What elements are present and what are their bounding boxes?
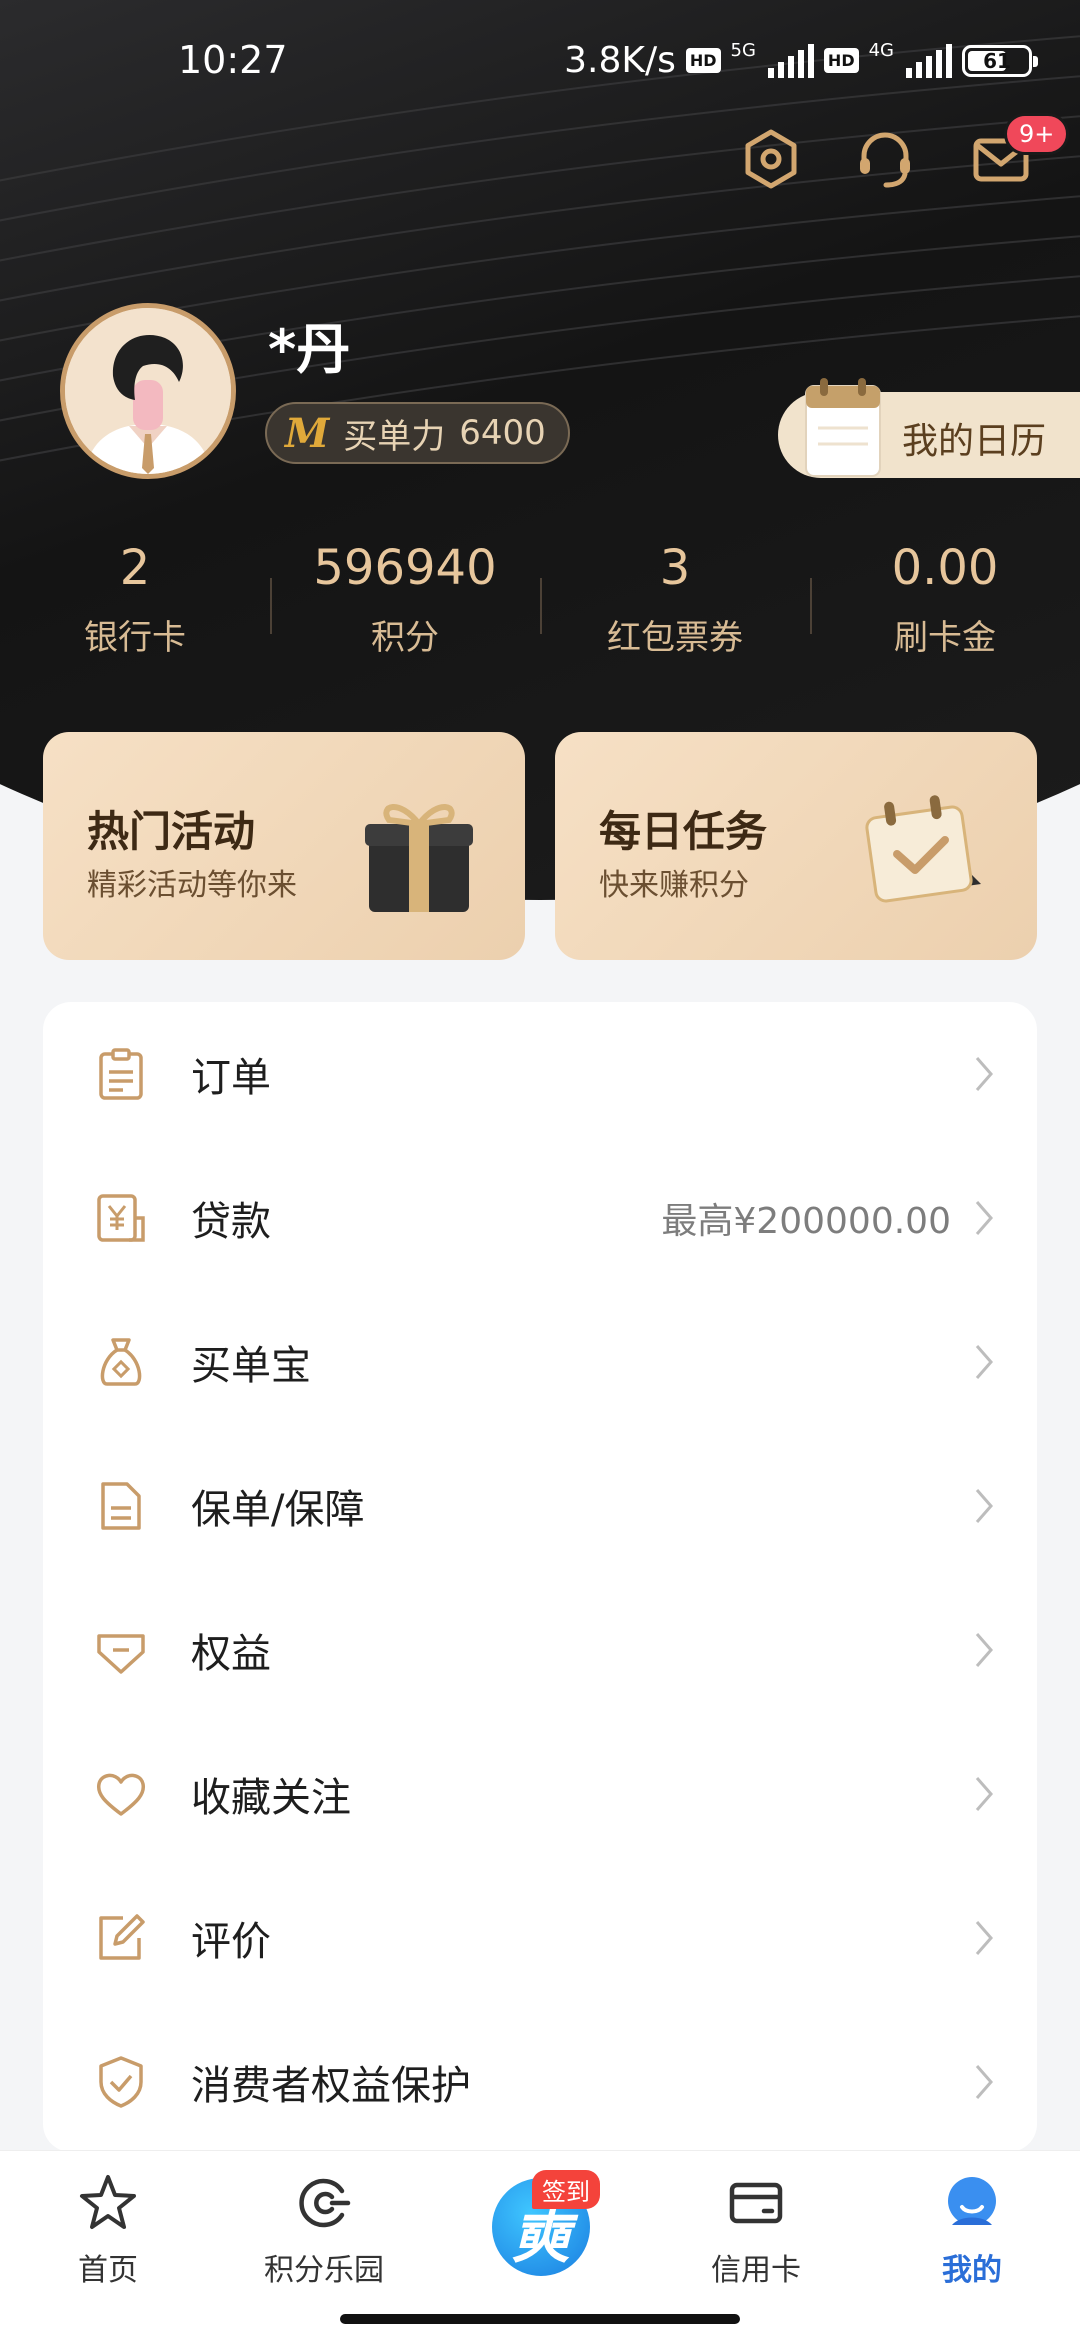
network-speed: 3.8K/s (564, 40, 676, 81)
heart-icon (96, 1773, 146, 1816)
nav-label: 我的 (942, 2253, 1002, 2288)
nav-mine[interactable]: 我的 (882, 2171, 1062, 2289)
stat-value: 3 (659, 540, 691, 596)
menu-item-consumer-protection[interactable]: 消费者权益保护 (43, 2010, 1037, 2154)
menu-label: 消费者权益保护 (191, 2063, 471, 2109)
money-bag-icon (100, 1338, 142, 1386)
loan-yen-icon (97, 1194, 145, 1242)
shield-check-icon (99, 2056, 143, 2108)
status-time: 10:27 (178, 38, 288, 82)
stat-coupons[interactable]: 3 红包票券 (540, 540, 810, 659)
nav-points-park[interactable]: 积分乐园 (234, 2171, 414, 2289)
tag-icon (97, 1634, 145, 1674)
notification-badge: 9+ (1004, 113, 1070, 155)
menu-label: 订单 (191, 1055, 271, 1101)
document-icon (101, 1482, 141, 1530)
sign-in-badge: 签到 (532, 2170, 600, 2209)
battery-level: 61 (983, 48, 1011, 73)
chevron-right-icon (975, 1489, 993, 1523)
hot-activities-card[interactable]: 热门活动 精彩活动等你来 (43, 732, 525, 960)
chevron-right-icon (975, 1633, 993, 1667)
calendar-icon (805, 378, 881, 477)
buying-power-label: 买单力 (343, 416, 446, 457)
hd-badge: HD (685, 48, 721, 73)
menu-item-reviews[interactable]: 评价 (43, 1866, 1037, 2010)
menu-item-maidanbao[interactable]: 买单宝 (43, 1290, 1037, 1434)
edit-icon (99, 1914, 145, 1960)
card-subtitle: 精彩活动等你来 (87, 868, 297, 903)
hd-badge-2: HD (823, 48, 859, 73)
menu-label: 收藏关注 (191, 1775, 351, 1821)
nav-credit-card[interactable]: 信用卡 (666, 2171, 846, 2289)
avatar[interactable] (60, 303, 236, 479)
menu-label: 权益 (191, 1631, 271, 1677)
menu-item-benefits[interactable]: 权益 (43, 1578, 1037, 1722)
menu-item-favorites[interactable]: 收藏关注 (43, 1722, 1037, 1866)
stat-label: 红包票券 (607, 618, 743, 658)
points-c-icon (299, 2178, 351, 2228)
stat-label: 刷卡金 (894, 618, 996, 658)
status-bar: 10:27 3.8K/s HD 5G HD 4G 61 (0, 0, 1080, 120)
menu-label: 评价 (191, 1919, 271, 1965)
stat-value: 596940 (313, 540, 497, 596)
stat-card-cash[interactable]: 0.00 刷卡金 (810, 540, 1080, 659)
star-icon (80, 2175, 136, 2229)
network-type-1: 5G (730, 40, 756, 61)
nav-label: 积分乐园 (264, 2253, 384, 2288)
task-calendar-icon (865, 795, 981, 903)
customer-service-headset-icon[interactable] (854, 128, 916, 190)
nav-home[interactable]: 首页 (18, 2171, 198, 2289)
battery-icon: 61 (962, 44, 1038, 77)
menu-label: 买单宝 (191, 1343, 311, 1389)
menu-item-loan[interactable]: 贷款 最高¥200000.00 (43, 1146, 1037, 1290)
chevron-right-icon (975, 1345, 993, 1379)
status-right: 3.8K/s HD 5G HD 4G 61 (564, 40, 1038, 81)
menu-item-policy[interactable]: 保单/保障 (43, 1434, 1037, 1578)
my-calendar-label: 我的日历 (902, 421, 1047, 462)
daily-tasks-card[interactable]: 每日任务 快来赚积分 (555, 732, 1037, 960)
chevron-right-icon (975, 1201, 993, 1235)
buying-power-badge[interactable]: M 买单力 6400 (265, 402, 570, 464)
stat-label: 积分 (371, 618, 439, 658)
signal-icon (767, 43, 814, 78)
stat-value: 2 (119, 540, 151, 596)
stat-value: 0.00 (891, 540, 999, 596)
chevron-right-icon (975, 1921, 993, 1955)
username: *丹 (268, 318, 351, 381)
my-calendar-button[interactable]: 我的日历 (778, 378, 1080, 478)
settings-hexagon-icon[interactable] (740, 128, 802, 190)
chevron-right-icon (975, 1057, 993, 1091)
menu-item-orders[interactable]: 订单 (43, 1002, 1037, 1146)
home-indicator (340, 2314, 740, 2324)
stat-points[interactable]: 596940 积分 (270, 540, 540, 659)
stats-row: 2 银行卡 596940 积分 3 红包票券 0.00 刷卡金 (0, 540, 1080, 659)
stat-label: 银行卡 (84, 618, 186, 658)
nav-label: 信用卡 (711, 2253, 801, 2288)
mine-face-icon (948, 2177, 996, 2225)
signal-icon-2 (906, 43, 952, 78)
chevron-right-icon (975, 1777, 993, 1811)
menu-list: 订单 贷款 最高¥200000.00 买单宝 保单/保障 权益 收藏关注 评价 … (43, 1002, 1037, 2152)
credit-card-icon (729, 2182, 783, 2224)
gift-box-icon (365, 804, 473, 912)
buying-power-value: 6400 (459, 413, 546, 453)
network-type-2: 4G (868, 40, 894, 61)
clipboard-icon (99, 1048, 143, 1100)
m-logo-icon: M (285, 409, 330, 457)
card-subtitle: 快来赚积分 (599, 868, 749, 903)
menu-label: 贷款 (191, 1199, 271, 1245)
card-title: 每日任务 (599, 807, 768, 856)
menu-label: 保单/保障 (191, 1487, 365, 1533)
avatar-illustration (65, 308, 231, 474)
loan-max-amount: 最高¥200000.00 (661, 1201, 951, 1242)
card-title: 热门活动 (87, 807, 256, 856)
nav-label: 首页 (78, 2253, 138, 2288)
chevron-right-icon (975, 2065, 993, 2099)
stat-bank-cards[interactable]: 2 银行卡 (0, 540, 270, 659)
